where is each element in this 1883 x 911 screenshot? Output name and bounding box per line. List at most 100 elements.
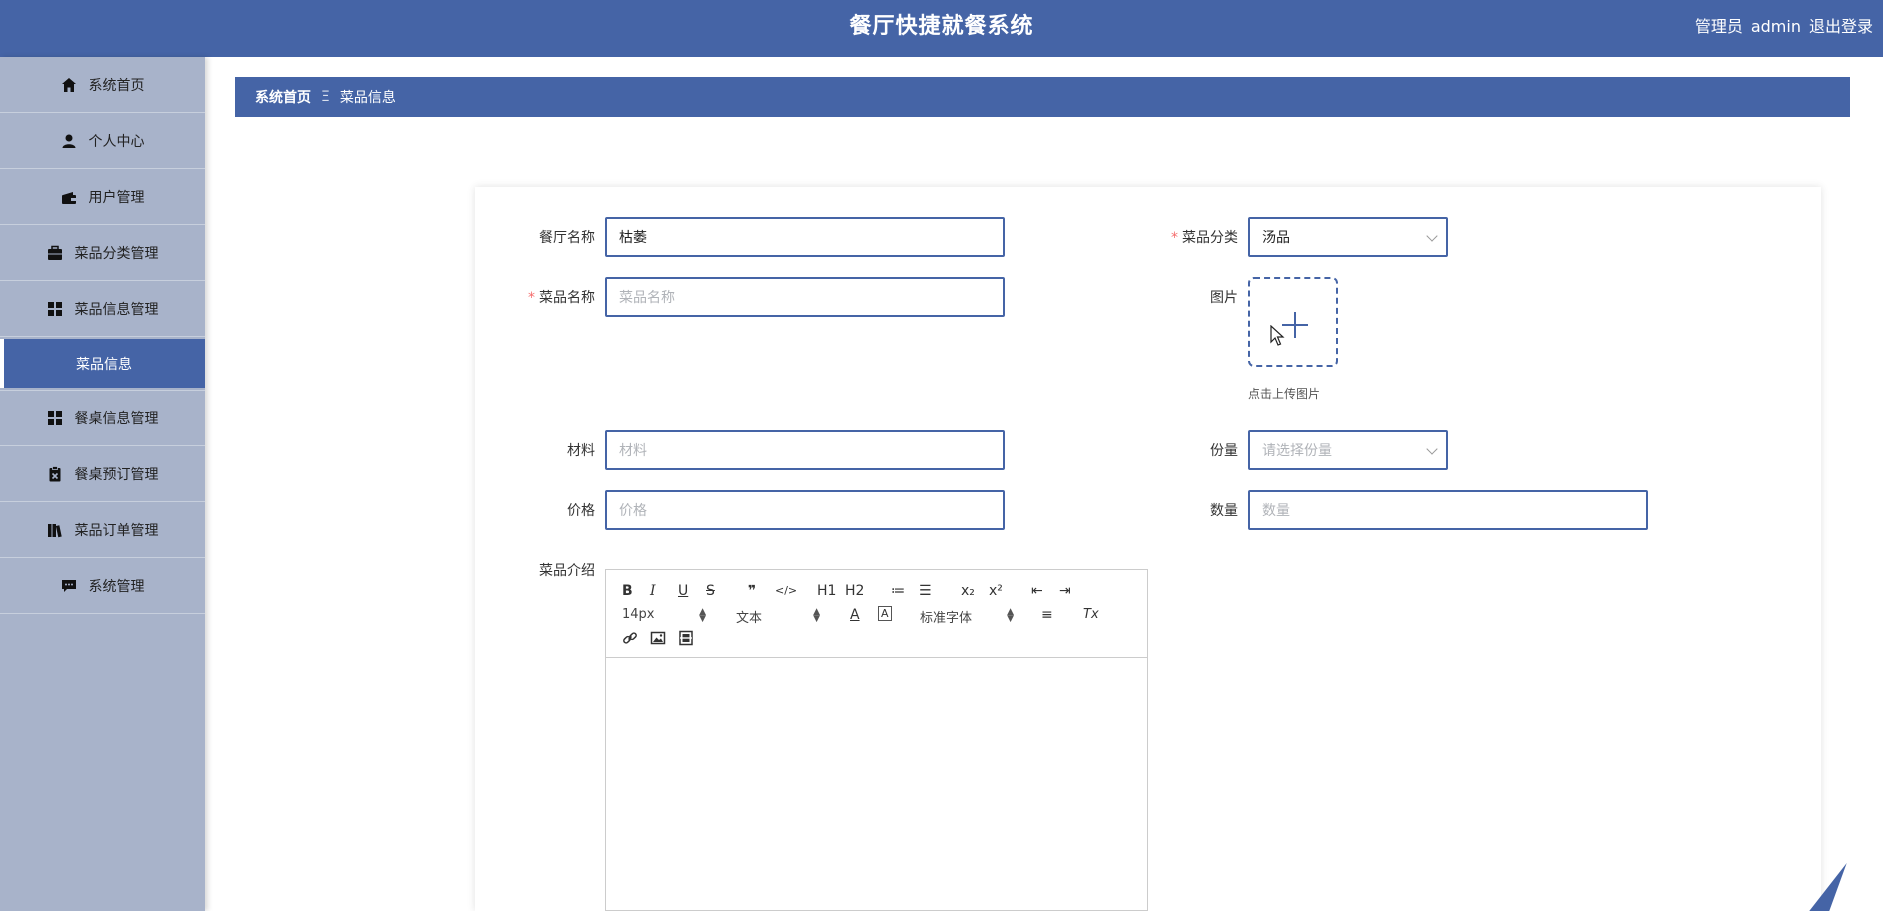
- indent-button[interactable]: ⇥: [1059, 582, 1071, 600]
- sidebar-item-dish-info-manage[interactable]: 菜品信息管理: [0, 281, 205, 337]
- username: admin: [1750, 17, 1801, 36]
- price-input[interactable]: 价格: [605, 490, 1005, 530]
- background-color-button[interactable]: A: [878, 606, 892, 621]
- sidebar-item-label: 菜品信息管理: [74, 301, 159, 318]
- font-color-button[interactable]: A: [850, 606, 860, 624]
- font-size-value: 14px: [622, 607, 655, 622]
- image-label: 图片: [1210, 290, 1238, 306]
- select-updown-icon: ▲ ▼: [1007, 607, 1014, 624]
- chevron-down-icon: [1426, 230, 1438, 242]
- editor-toolbar: B I U S ❞ </> H1 H2 ≔ ☰ x₂ x² ⇤ ⇥ 14px ▲…: [606, 570, 1147, 658]
- subscript-button[interactable]: x₂: [961, 582, 975, 600]
- intro-label: 菜品介绍: [539, 563, 595, 579]
- chevron-down-icon: [1426, 443, 1438, 455]
- rich-text-editor: B I U S ❞ </> H1 H2 ≔ ☰ x₂ x² ⇤ ⇥ 14px ▲…: [605, 569, 1148, 911]
- sidebar-item-system[interactable]: 系统管理: [0, 558, 205, 614]
- dish-form-card: 餐厅名称 枯萎 * 菜品分类 汤品 * 菜品名称 菜品名称 图片 点击上传图片 材料…: [475, 187, 1821, 911]
- portion-label: 份量: [1210, 443, 1238, 459]
- breadcrumb-home[interactable]: 系统首页: [255, 87, 311, 107]
- sidebar-item-label: 个人中心: [88, 133, 145, 150]
- home-icon: [61, 77, 77, 93]
- strike-button[interactable]: S: [706, 582, 715, 600]
- h2-button[interactable]: H2: [845, 582, 864, 600]
- sidebar-item-label: 餐桌信息管理: [74, 411, 159, 427]
- restaurant-name-input[interactable]: 枯萎: [605, 217, 1005, 257]
- clear-format-button[interactable]: Tx: [1083, 606, 1099, 624]
- bold-button[interactable]: B: [622, 582, 633, 600]
- user-icon: [61, 133, 77, 149]
- plus-icon-vertical: [1294, 312, 1296, 338]
- clipboard-icon: [47, 465, 63, 482]
- link-icon[interactable]: [622, 630, 638, 651]
- blockquote-button[interactable]: ❞: [748, 582, 756, 600]
- app-title: 餐厅快捷就餐系统: [849, 14, 1034, 39]
- sidebar-item-table-booking[interactable]: 餐桌预订管理: [0, 446, 205, 502]
- user-role: 管理员: [1694, 17, 1743, 36]
- outdent-button[interactable]: ⇤: [1031, 582, 1043, 600]
- sidebar-subitem-dish-info[interactable]: 菜品信息: [0, 339, 205, 388]
- image-upload[interactable]: [1248, 277, 1338, 367]
- quantity-placeholder: 数量: [1262, 503, 1290, 519]
- sidebar-item-label: 用户管理: [88, 189, 145, 206]
- price-placeholder: 价格: [619, 503, 647, 519]
- font-family-value: 标准字体: [920, 611, 973, 626]
- material-input[interactable]: 材料: [605, 430, 1005, 470]
- sidebar-item-label: 菜品订单管理: [74, 522, 159, 539]
- breadcrumb-separator: Ξ: [321, 89, 330, 105]
- user-area: 管理员 admin 退出登录: [1687, 0, 1873, 57]
- briefcase-icon: [47, 245, 63, 261]
- heading-value: 文本: [736, 611, 763, 626]
- select-updown-icon: ▲ ▼: [699, 607, 706, 624]
- sidebar-item-label: 系统首页: [88, 77, 145, 94]
- category-label: * 菜品分类: [1171, 230, 1238, 246]
- select-updown-icon: ▲ ▼: [813, 607, 820, 624]
- code-block-button[interactable]: </>: [775, 582, 797, 600]
- underline-button[interactable]: U: [678, 582, 688, 600]
- sidebar-item-dish-orders[interactable]: 菜品订单管理: [0, 502, 205, 558]
- category-select[interactable]: 汤品: [1248, 217, 1448, 257]
- sidebar-item-dish-category[interactable]: 菜品分类管理: [0, 225, 205, 281]
- portion-select[interactable]: 请选择份量: [1248, 430, 1448, 470]
- books-icon: [47, 522, 63, 538]
- sidebar-item-table-info[interactable]: 餐桌信息管理: [0, 390, 205, 446]
- sidebar-item-profile[interactable]: 个人中心: [0, 113, 205, 169]
- top-header: 餐厅快捷就餐系统 管理员 admin 退出登录: [0, 0, 1883, 57]
- sidebar: 系统首页 个人中心 用户管理 菜品分类管理 菜品信息管理 菜品信息 餐桌信息管理: [0, 57, 205, 911]
- grid-icon: [47, 410, 63, 426]
- sidebar-item-label: 餐桌预订管理: [74, 466, 159, 483]
- font-family-select[interactable]: 标准字体 ▲ ▼: [920, 607, 1014, 627]
- sidebar-item-home[interactable]: 系统首页: [0, 57, 205, 113]
- image-icon[interactable]: [650, 630, 666, 651]
- heading-select[interactable]: 文本 ▲ ▼: [736, 607, 820, 627]
- quantity-input[interactable]: 数量: [1248, 490, 1648, 530]
- ordered-list-button[interactable]: ≔: [891, 582, 905, 600]
- h1-button[interactable]: H1: [817, 582, 836, 600]
- italic-button[interactable]: I: [650, 582, 656, 600]
- font-size-select[interactable]: 14px ▲ ▼: [622, 607, 706, 624]
- dish-name-label: * 菜品名称: [528, 290, 595, 306]
- logout-link[interactable]: 退出登录: [1809, 17, 1873, 36]
- restaurant-name-value: 枯萎: [619, 230, 647, 246]
- sidebar-item-users[interactable]: 用户管理: [0, 169, 205, 225]
- price-label: 价格: [567, 503, 595, 519]
- wallet-icon: [61, 189, 77, 205]
- video-icon[interactable]: [678, 630, 694, 651]
- bullet-list-button[interactable]: ☰: [919, 582, 932, 600]
- material-label: 材料: [567, 443, 595, 459]
- sidebar-item-label: 菜品分类管理: [74, 245, 159, 262]
- sidebar-item-label: 菜品信息: [76, 356, 132, 373]
- align-button[interactable]: ≡: [1041, 606, 1053, 624]
- quantity-label: 数量: [1210, 503, 1238, 519]
- dish-name-input[interactable]: 菜品名称: [605, 277, 1005, 317]
- restaurant-name-label: 餐厅名称: [539, 230, 595, 246]
- breadcrumb-current: 菜品信息: [339, 90, 396, 106]
- upload-tip: 点击上传图片: [1248, 387, 1321, 401]
- superscript-button[interactable]: x²: [989, 582, 1003, 600]
- grid-icon: [47, 301, 63, 317]
- breadcrumb: 系统首页 Ξ 菜品信息: [235, 77, 1850, 117]
- material-placeholder: 材料: [619, 443, 647, 459]
- sidebar-item-label: 系统管理: [88, 578, 145, 595]
- dish-name-placeholder: 菜品名称: [619, 290, 675, 306]
- category-value: 汤品: [1262, 230, 1290, 246]
- mouse-cursor-icon: [1270, 325, 1285, 346]
